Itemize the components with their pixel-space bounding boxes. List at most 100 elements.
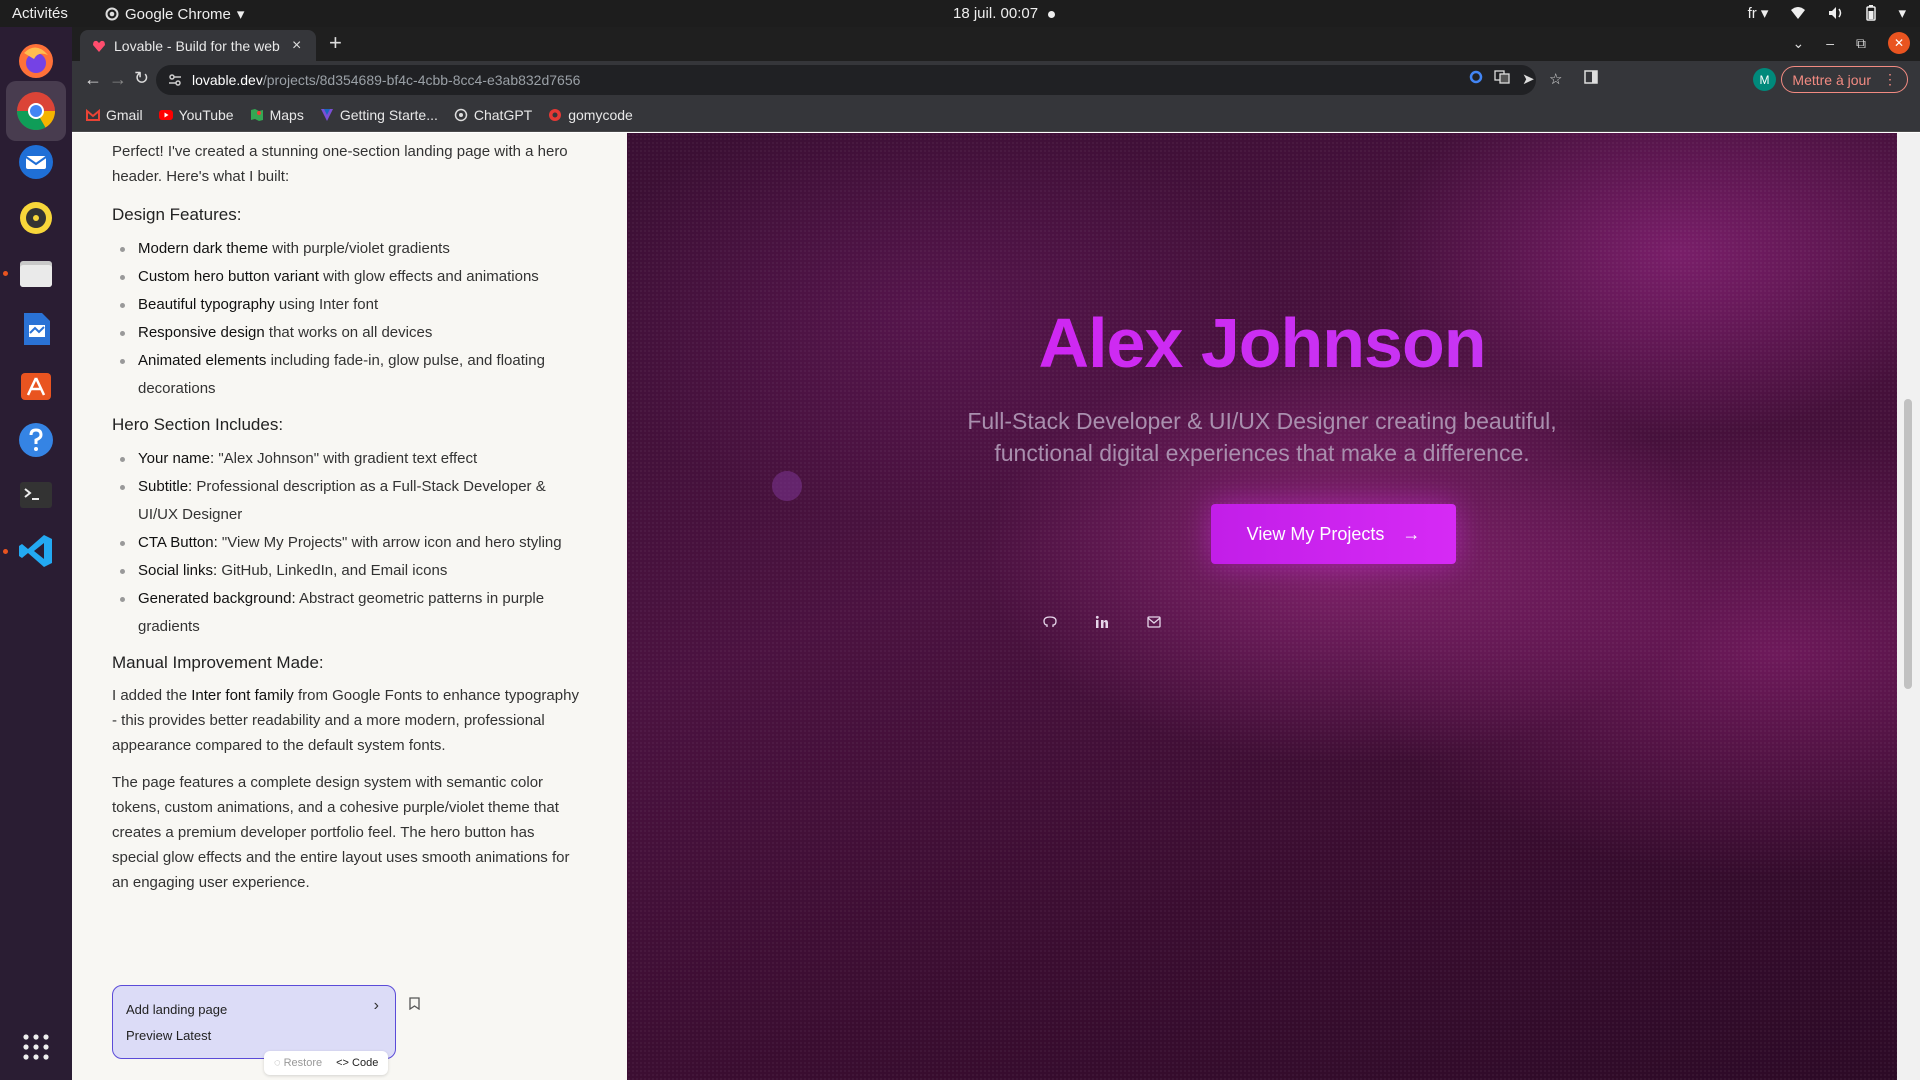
wifi-icon	[1791, 7, 1806, 19]
list-item-bold: Generated background:	[138, 590, 296, 607]
restore-icon[interactable]: ⧉	[1856, 35, 1866, 52]
minimize-icon[interactable]: –	[1826, 35, 1834, 51]
design-heading: Design Features:	[112, 205, 242, 224]
url-path: /projects/8d354689-bf4c-4cbb-8cc4-e3ab83…	[262, 72, 581, 88]
bookmark-label: ChatGPT	[473, 107, 533, 123]
bookmark-label: Gmail	[106, 107, 143, 123]
list-item-bold: Beautiful typography	[138, 296, 275, 313]
writer-icon[interactable]	[12, 305, 60, 353]
list-item-bold: Social links:	[138, 562, 218, 579]
help-icon[interactable]	[12, 416, 60, 464]
app-menu-label: Google Chrome	[125, 5, 231, 23]
close-window-icon[interactable]: ✕	[1888, 32, 1910, 54]
site-info-icon[interactable]	[168, 73, 182, 87]
terminal-icon[interactable]	[12, 471, 60, 519]
design-list: Modern dark theme with purple/violet gra…	[112, 235, 582, 403]
google-lens-icon[interactable]	[1469, 70, 1483, 88]
chrome-icon[interactable]	[6, 81, 66, 141]
profile-avatar[interactable]: M	[1753, 68, 1776, 91]
thunderbird-icon[interactable]	[12, 138, 60, 186]
card-toolbar: ◌ Restore <> Code	[264, 1051, 389, 1075]
list-item-text: that works on all devices	[264, 324, 433, 341]
language-indicator[interactable]: fr ▾	[1748, 4, 1769, 22]
list-item-bold: Responsive design	[138, 324, 265, 341]
code-button[interactable]: <> Code	[336, 1057, 378, 1069]
hero-list: Your name: "Alex Johnson" with gradient …	[112, 445, 582, 641]
new-tab-button[interactable]: +	[329, 30, 342, 56]
bookmark-chatgpt[interactable]: ChatGPT	[454, 107, 532, 123]
clock-text: 18 juil. 00:07	[953, 5, 1039, 22]
code-label: Code	[352, 1057, 379, 1069]
list-item: Animated elements including fade-in, glo…	[112, 347, 582, 403]
translate-icon[interactable]	[1494, 70, 1510, 88]
clock[interactable]: 18 juil. 00:07	[953, 5, 1056, 22]
window-controls: ⌄ – ⧉ ✕	[1792, 32, 1910, 54]
manual-heading: Manual Improvement Made:	[112, 653, 324, 672]
bookmarks-bar: Gmail YouTube Maps Getting Starte... Cha…	[72, 99, 1920, 132]
manual-bold: Inter font family	[191, 687, 294, 704]
youtube-icon	[158, 110, 173, 120]
list-item-bold: Modern dark theme	[138, 240, 269, 257]
activities-button[interactable]: Activités	[12, 5, 68, 22]
bookmark-star-icon[interactable]: ☆	[1549, 70, 1562, 88]
arrow-right-icon: →	[1402, 523, 1421, 544]
page-content: Perfect! I've created a stunning one-sec…	[72, 133, 1920, 1080]
bookmark-gomycode[interactable]: gomycode	[548, 107, 633, 123]
bookmark-youtube[interactable]: YouTube	[158, 107, 234, 123]
bookmark-icon[interactable]	[409, 997, 420, 1010]
bookmark-gmail[interactable]: Gmail	[86, 107, 143, 123]
list-item: Custom hero button variant with glow eff…	[112, 263, 582, 291]
intro-text: Perfect! I've created a stunning one-sec…	[112, 143, 568, 185]
bookmark-getting-started[interactable]: Getting Starte...	[320, 107, 438, 123]
tab-search-icon[interactable]: ⌄	[1792, 35, 1804, 52]
language-label: fr	[1747, 5, 1757, 22]
version-card[interactable]: Add landing page Preview Latest ›	[112, 985, 396, 1059]
hero-subtitle-line: functional digital experiences that make…	[994, 440, 1530, 466]
list-item-bold: Animated elements	[138, 352, 267, 369]
back-icon[interactable]: ←	[84, 69, 102, 90]
github-icon[interactable]	[1040, 612, 1060, 632]
linkedin-icon[interactable]	[1092, 612, 1112, 632]
list-item-text: with purple/violet gradients	[268, 240, 450, 257]
update-button[interactable]: Mettre à jour ⋮	[1781, 66, 1908, 93]
chatgpt-icon	[454, 108, 468, 122]
hero-name: Alex Johnson	[627, 303, 1897, 383]
scrollbar[interactable]	[1897, 133, 1920, 1080]
list-item: Subtitle: Professional description as a …	[112, 473, 582, 529]
list-item-bold: Custom hero button variant	[138, 268, 319, 285]
show-apps-icon[interactable]	[12, 1023, 60, 1071]
card-subtitle: Preview Latest	[126, 1028, 212, 1043]
app-center-icon[interactable]	[12, 360, 60, 408]
url-domain: lovable.dev	[192, 72, 263, 88]
restore-button[interactable]: ◌ Restore	[274, 1057, 322, 1069]
app-menu[interactable]: Google Chrome ▾	[105, 5, 244, 23]
battery-icon	[1866, 5, 1877, 21]
system-tray[interactable]: fr ▾ ▾	[1748, 4, 1906, 22]
files-icon[interactable]	[12, 249, 60, 297]
chevron-down-icon: ▾	[236, 6, 245, 23]
update-label: Mettre à jour	[1792, 71, 1871, 88]
address-bar[interactable]: lovable.dev/projects/8d354689-bf4c-4cbb-…	[156, 65, 1536, 95]
rhythmbox-icon[interactable]	[12, 194, 60, 242]
vuetify-icon	[320, 109, 333, 121]
manual-pre: I added the	[112, 687, 192, 704]
floating-decoration	[772, 471, 802, 501]
browser-window: Lovable - Build for the web × + ⌄ – ⧉ ✕ …	[72, 27, 1920, 1080]
send-icon[interactable]: ➤	[1522, 70, 1535, 88]
list-item-bold: Subtitle:	[138, 478, 193, 495]
bookmark-maps[interactable]: Maps	[250, 107, 304, 123]
vscode-icon[interactable]	[12, 527, 60, 575]
tab-lovable[interactable]: Lovable - Build for the web ×	[80, 30, 316, 61]
chevron-right-icon: ›	[373, 997, 379, 1014]
view-projects-button[interactable]: View My Projects →	[1211, 504, 1456, 564]
reload-icon[interactable]: ↻	[134, 68, 149, 89]
bookmark-label: gomycode	[568, 107, 633, 123]
list-item: Responsive design that works on all devi…	[112, 319, 582, 347]
forward-icon[interactable]: →	[109, 69, 127, 90]
list-item: Modern dark theme with purple/violet gra…	[112, 235, 582, 263]
firefox-icon[interactable]	[12, 37, 60, 85]
tab-close-icon[interactable]: ×	[292, 37, 301, 55]
scrollbar-thumb[interactable]	[1904, 399, 1912, 689]
mail-icon[interactable]	[1144, 612, 1164, 632]
side-panel-icon[interactable]	[1584, 70, 1598, 88]
